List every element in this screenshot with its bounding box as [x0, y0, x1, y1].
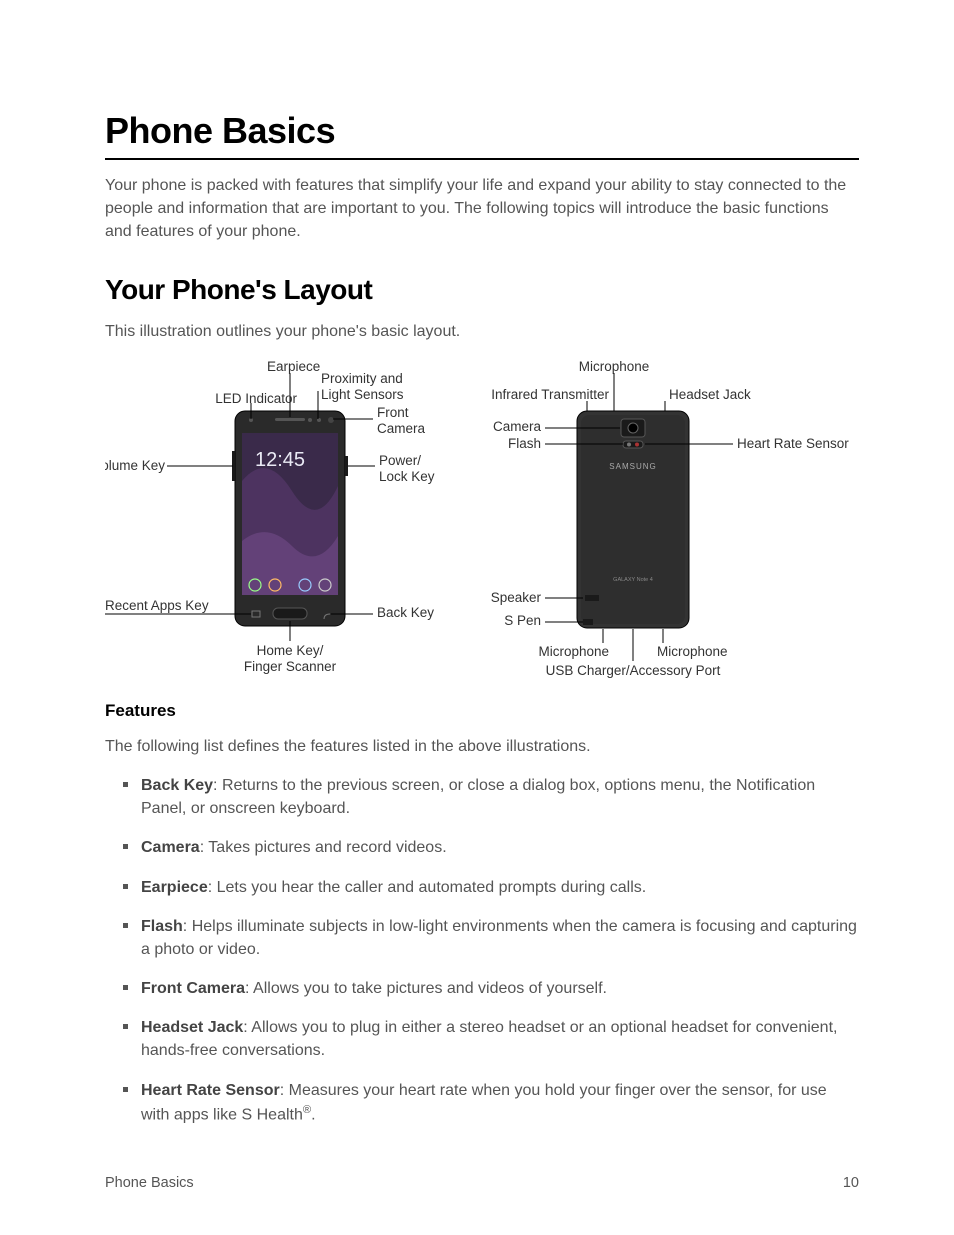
- svg-text:Camera: Camera: [493, 419, 542, 434]
- list-item: Heart Rate Sensor: Measures your heart r…: [137, 1079, 859, 1127]
- svg-text:Light Sensors: Light Sensors: [321, 387, 404, 402]
- features-heading: Features: [105, 701, 859, 721]
- section-heading: Your Phone's Layout: [105, 274, 859, 306]
- document-page: Phone Basics Your phone is packed with f…: [0, 0, 954, 1235]
- svg-text:Microphone: Microphone: [538, 644, 609, 659]
- svg-text:Heart Rate Sensor: Heart Rate Sensor: [737, 436, 849, 451]
- phone-back-view: SAMSUNG GALAXY Note 4: [491, 361, 850, 678]
- footer-page-number: 10: [843, 1175, 859, 1191]
- svg-text:Proximity and: Proximity and: [321, 371, 403, 386]
- svg-text:GALAXY Note 4: GALAXY Note 4: [613, 577, 653, 583]
- svg-text:Headset Jack: Headset Jack: [669, 387, 751, 402]
- section-intro: This illustration outlines your phone's …: [105, 320, 859, 343]
- list-item: Flash: Helps illuminate subjects in low-…: [137, 915, 859, 961]
- svg-text:LED Indicator: LED Indicator: [215, 391, 297, 406]
- svg-text:Front: Front: [377, 405, 409, 420]
- svg-text:Home Key/: Home Key/: [257, 643, 324, 658]
- svg-text:Flash: Flash: [508, 436, 541, 451]
- svg-text:Microphone: Microphone: [579, 361, 650, 374]
- intro-paragraph: Your phone is packed with features that …: [105, 174, 859, 244]
- list-item: Front Camera: Allows you to take picture…: [137, 977, 859, 1000]
- svg-text:Finger Scanner: Finger Scanner: [244, 659, 337, 674]
- svg-text:USB Charger/Accessory Port: USB Charger/Accessory Port: [546, 663, 721, 678]
- svg-text:Volume Key: Volume Key: [105, 458, 165, 473]
- footer-section-name: Phone Basics: [105, 1175, 194, 1191]
- svg-text:Speaker: Speaker: [491, 590, 542, 605]
- features-list: Back Key: Returns to the previous screen…: [105, 774, 859, 1126]
- svg-text:Lock Key: Lock Key: [379, 469, 435, 484]
- svg-text:Back Key: Back Key: [377, 605, 434, 620]
- svg-text:Infrared Transmitter: Infrared Transmitter: [491, 387, 609, 402]
- clock-text: 12:45: [255, 449, 305, 471]
- svg-text:Microphone: Microphone: [657, 644, 728, 659]
- phone-front-view: 12:45: [105, 361, 435, 674]
- page-title: Phone Basics: [105, 110, 859, 160]
- list-item: Back Key: Returns to the previous screen…: [137, 774, 859, 820]
- svg-text:SAMSUNG: SAMSUNG: [609, 462, 656, 471]
- phone-layout-illustration: 12:45: [105, 361, 859, 681]
- svg-text:Earpiece: Earpiece: [267, 361, 320, 374]
- list-item: Earpiece: Lets you hear the caller and a…: [137, 876, 859, 899]
- page-footer: Phone Basics 10: [105, 1175, 859, 1191]
- svg-text:Recent Apps Key: Recent Apps Key: [105, 598, 209, 613]
- list-item: Headset Jack: Allows you to plug in eith…: [137, 1016, 859, 1062]
- list-item: Camera: Takes pictures and record videos…: [137, 836, 859, 859]
- svg-text:Camera: Camera: [377, 421, 426, 436]
- svg-text:Power/: Power/: [379, 453, 421, 468]
- svg-text:S Pen: S Pen: [504, 613, 541, 628]
- features-intro: The following list defines the features …: [105, 735, 859, 758]
